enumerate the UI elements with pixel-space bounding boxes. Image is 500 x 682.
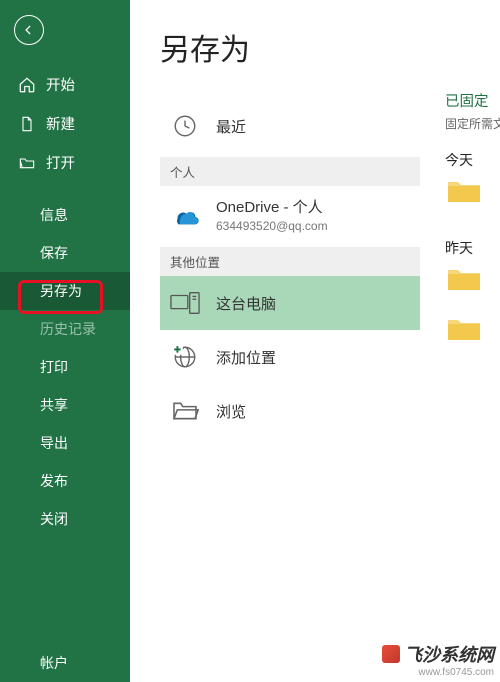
- file-icon: [18, 115, 36, 133]
- pinned-sublabel: 固定所需文: [445, 115, 500, 132]
- pinned-label: 已固定: [445, 90, 500, 111]
- nav-label: 导出: [40, 433, 68, 453]
- back-arrow-icon: [22, 23, 36, 37]
- nav-secondary: 信息 保存 另存为 历史记录 打印 共享 导出 发布 关闭: [0, 196, 130, 538]
- nav-home[interactable]: 开始: [0, 65, 130, 104]
- nav-label: 发布: [40, 471, 68, 491]
- nav-publish[interactable]: 发布: [0, 462, 130, 500]
- nav-close[interactable]: 关闭: [0, 500, 130, 538]
- nav-bottom: 帐户: [0, 644, 130, 682]
- nav-info[interactable]: 信息: [0, 196, 130, 234]
- right-column: 已固定 固定所需文 今天 昨天: [445, 90, 500, 376]
- nav-label: 开始: [46, 74, 75, 95]
- onedrive-icon: [168, 198, 202, 232]
- clock-icon: [168, 109, 202, 143]
- location-label: 浏览: [216, 401, 246, 422]
- location-browse[interactable]: 浏览: [160, 384, 420, 438]
- add-location-icon: [168, 340, 202, 374]
- pc-icon: [168, 286, 202, 320]
- back-button[interactable]: [14, 15, 44, 45]
- nav-label: 新建: [46, 113, 75, 134]
- location-label: 最近: [216, 116, 246, 137]
- nav-label: 历史记录: [40, 319, 96, 339]
- nav-label: 保存: [40, 243, 68, 263]
- nav-label: 关闭: [40, 509, 68, 529]
- locations-header-other: 其他位置: [160, 247, 420, 276]
- browse-folder-icon: [168, 394, 202, 428]
- nav-share[interactable]: 共享: [0, 386, 130, 424]
- nav-history[interactable]: 历史记录: [0, 310, 130, 348]
- nav-label: 另存为: [40, 281, 82, 301]
- nav-label: 打开: [46, 152, 75, 173]
- nav-label: 帐户: [40, 653, 68, 673]
- nav-label: 信息: [40, 205, 68, 225]
- location-label: OneDrive - 个人: [216, 196, 328, 217]
- location-onedrive[interactable]: OneDrive - 个人 634493520@qq.com: [160, 186, 420, 243]
- location-label: 添加位置: [216, 347, 276, 368]
- section-today: 今天: [445, 150, 500, 170]
- nav-new[interactable]: 新建: [0, 104, 130, 143]
- folder-open-icon: [18, 154, 36, 172]
- nav-save-as[interactable]: 另存为: [0, 272, 130, 310]
- backstage-sidebar: 开始 新建 打开 信息 保存 另存为 历史记录 打印 共享 导出 发布 关闭 帐…: [0, 0, 130, 682]
- nav-print[interactable]: 打印: [0, 348, 130, 386]
- locations-list: 最近 个人 OneDrive - 个人 634493520@qq.com 其他位…: [160, 99, 420, 438]
- nav-account[interactable]: 帐户: [0, 644, 130, 682]
- locations-header-personal: 个人: [160, 157, 420, 186]
- home-icon: [18, 76, 36, 94]
- page-title: 另存为: [160, 25, 500, 69]
- location-add[interactable]: 添加位置: [160, 330, 420, 384]
- folder-icon[interactable]: [447, 316, 481, 342]
- location-recent[interactable]: 最近: [160, 99, 420, 153]
- location-label: 这台电脑: [216, 293, 276, 314]
- nav-label: 打印: [40, 357, 68, 377]
- nav-export[interactable]: 导出: [0, 424, 130, 462]
- location-sublabel: 634493520@qq.com: [216, 219, 328, 233]
- location-thispc[interactable]: 这台电脑: [160, 276, 420, 330]
- folder-icon[interactable]: [447, 266, 481, 292]
- folder-icon[interactable]: [447, 178, 481, 204]
- nav-save[interactable]: 保存: [0, 234, 130, 272]
- nav-primary: 开始 新建 打开: [0, 65, 130, 182]
- nav-label: 共享: [40, 395, 68, 415]
- nav-open[interactable]: 打开: [0, 143, 130, 182]
- section-yesterday: 昨天: [445, 238, 500, 258]
